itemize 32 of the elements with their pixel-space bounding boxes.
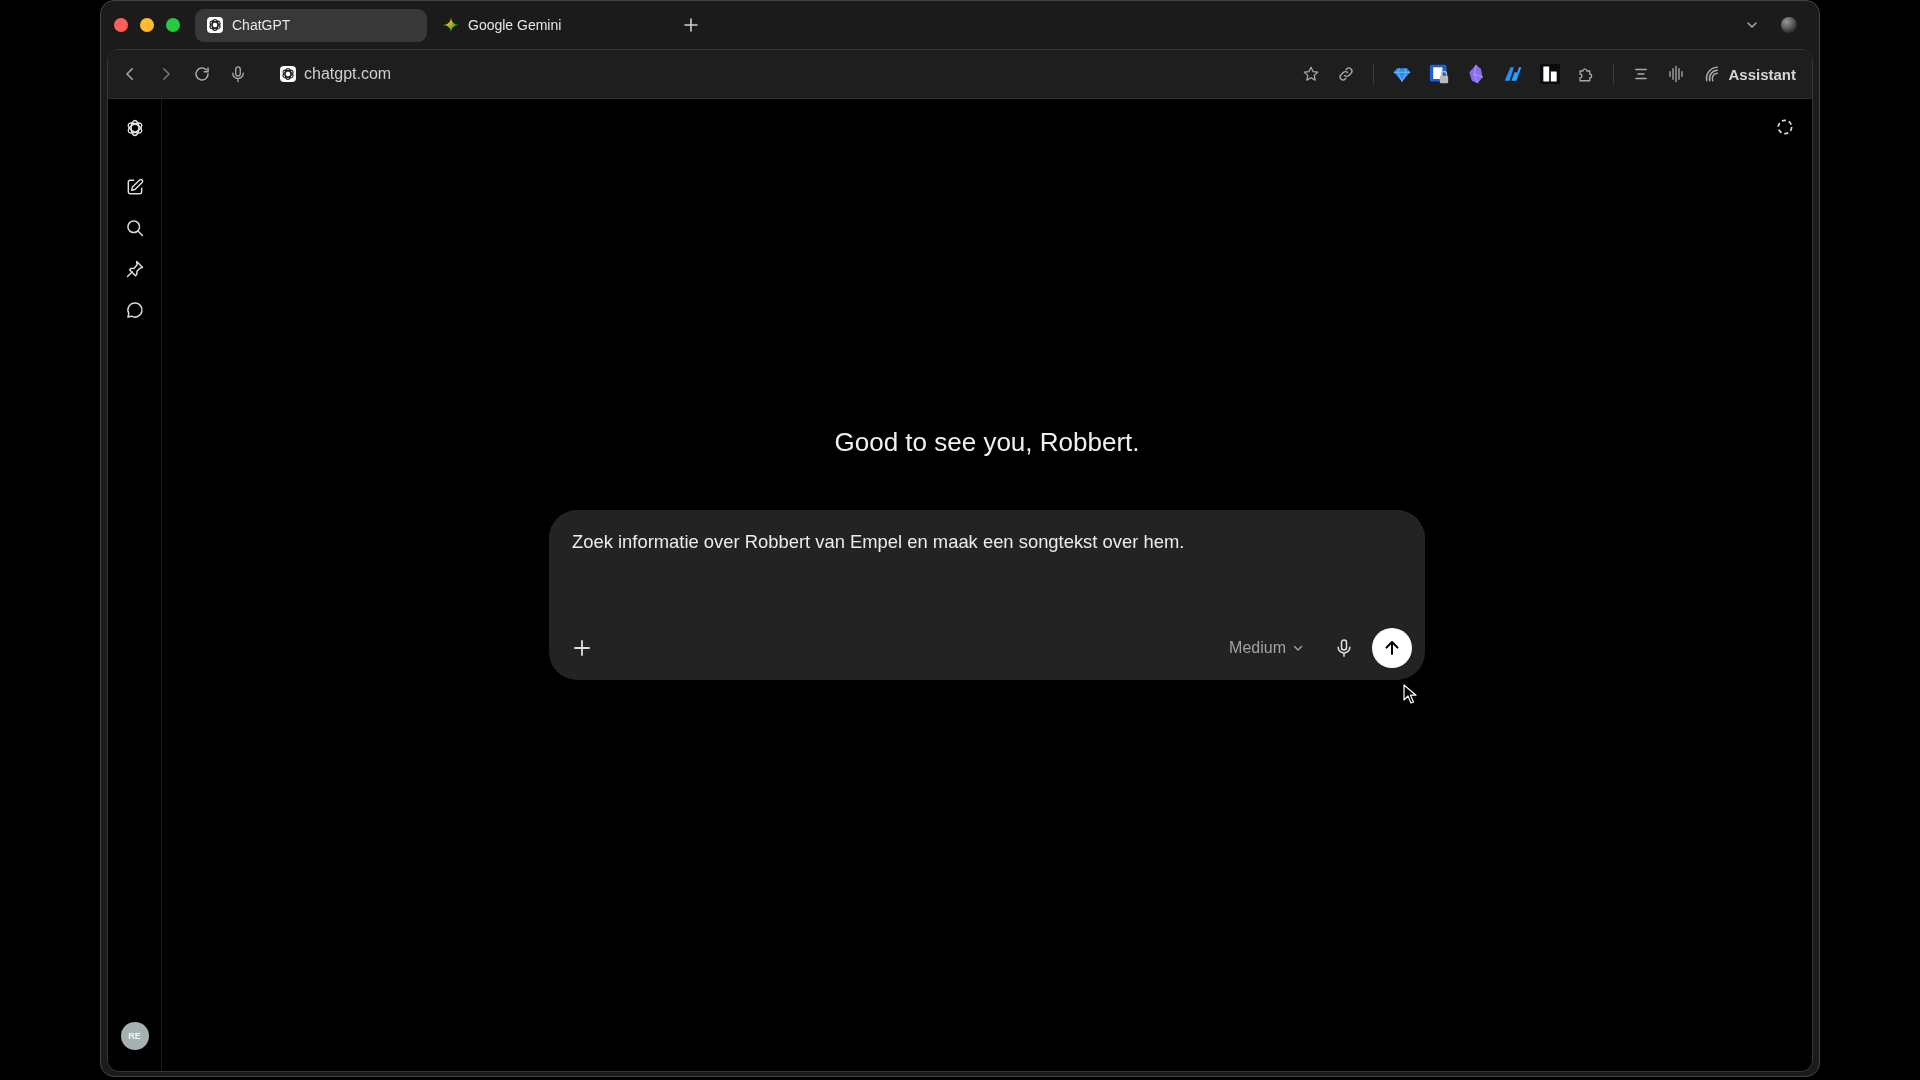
- reload-icon[interactable]: [193, 65, 211, 83]
- star-icon[interactable]: [1302, 65, 1321, 83]
- search-icon[interactable]: [124, 218, 145, 238]
- pin-icon[interactable]: [124, 259, 145, 279]
- window-maximize-icon[interactable]: [166, 18, 180, 32]
- chat-bubble-icon[interactable]: [124, 300, 145, 320]
- assistant-button[interactable]: Assistant: [1703, 65, 1796, 83]
- knot-favicon-icon: [280, 66, 296, 82]
- plus-icon[interactable]: [683, 17, 699, 33]
- send-button[interactable]: [1372, 628, 1412, 668]
- lock-square-icon[interactable]: [1429, 64, 1450, 84]
- link-icon[interactable]: [1337, 65, 1356, 83]
- sphere-icon[interactable]: [1781, 17, 1797, 33]
- arrow-up-icon: [1382, 638, 1402, 658]
- address-bar[interactable]: chatgpt.com: [304, 65, 392, 83]
- dashed-circle-icon[interactable]: [1775, 117, 1795, 137]
- microphone-icon: [1334, 638, 1354, 658]
- prompt-input[interactable]: Zoek informatie over Robbert van Empel en maak een songtekst over hem.: [572, 530, 1412, 628]
- browser-tab[interactable]: Google Gemini: [431, 8, 663, 42]
- cursor-icon: [1403, 684, 1417, 704]
- greeting-heading: Good to see you, Robbert.: [834, 426, 1140, 459]
- knot-favicon-icon: [207, 17, 223, 33]
- window-minimize-icon[interactable]: [140, 18, 154, 32]
- waveform-icon[interactable]: [1667, 65, 1686, 83]
- browser-tab[interactable]: ChatGPT: [195, 8, 427, 42]
- plus-icon[interactable]: [572, 638, 592, 658]
- mode-dropdown[interactable]: Medium: [1221, 633, 1312, 663]
- window-close-icon[interactable]: [114, 18, 128, 32]
- panel-icon[interactable]: [1540, 64, 1561, 84]
- microphone-icon[interactable]: [229, 65, 247, 83]
- sparkle-favicon-icon: [443, 17, 459, 33]
- slanted-logo-icon[interactable]: [1503, 64, 1524, 84]
